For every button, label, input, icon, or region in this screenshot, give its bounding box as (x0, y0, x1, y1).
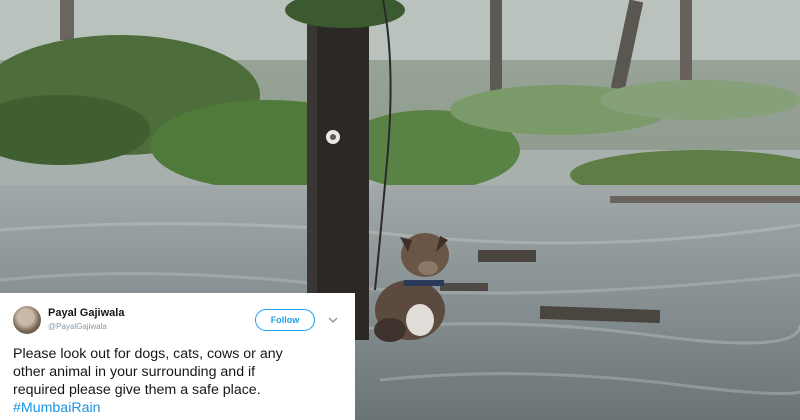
tweet-card: Payal Gajiwala @PayalGajiwala Follow Ple… (0, 293, 355, 420)
chevron-down-icon[interactable] (325, 312, 341, 328)
tweet-author: Payal Gajiwala @PayalGajiwala (48, 307, 255, 333)
tweet-text: Please look out for dogs, cats, cows or … (13, 345, 341, 417)
hashtag-link[interactable]: #MumbaiRain (13, 400, 101, 416)
display-name[interactable]: Payal Gajiwala (48, 307, 255, 320)
tweet-header: Payal Gajiwala @PayalGajiwala Follow (13, 305, 341, 335)
avatar[interactable] (13, 306, 41, 334)
follow-button[interactable]: Follow (255, 309, 315, 331)
tweet-body: Please look out for dogs, cats, cows or … (13, 346, 283, 398)
user-handle[interactable]: @PayalGajiwala (48, 320, 255, 333)
